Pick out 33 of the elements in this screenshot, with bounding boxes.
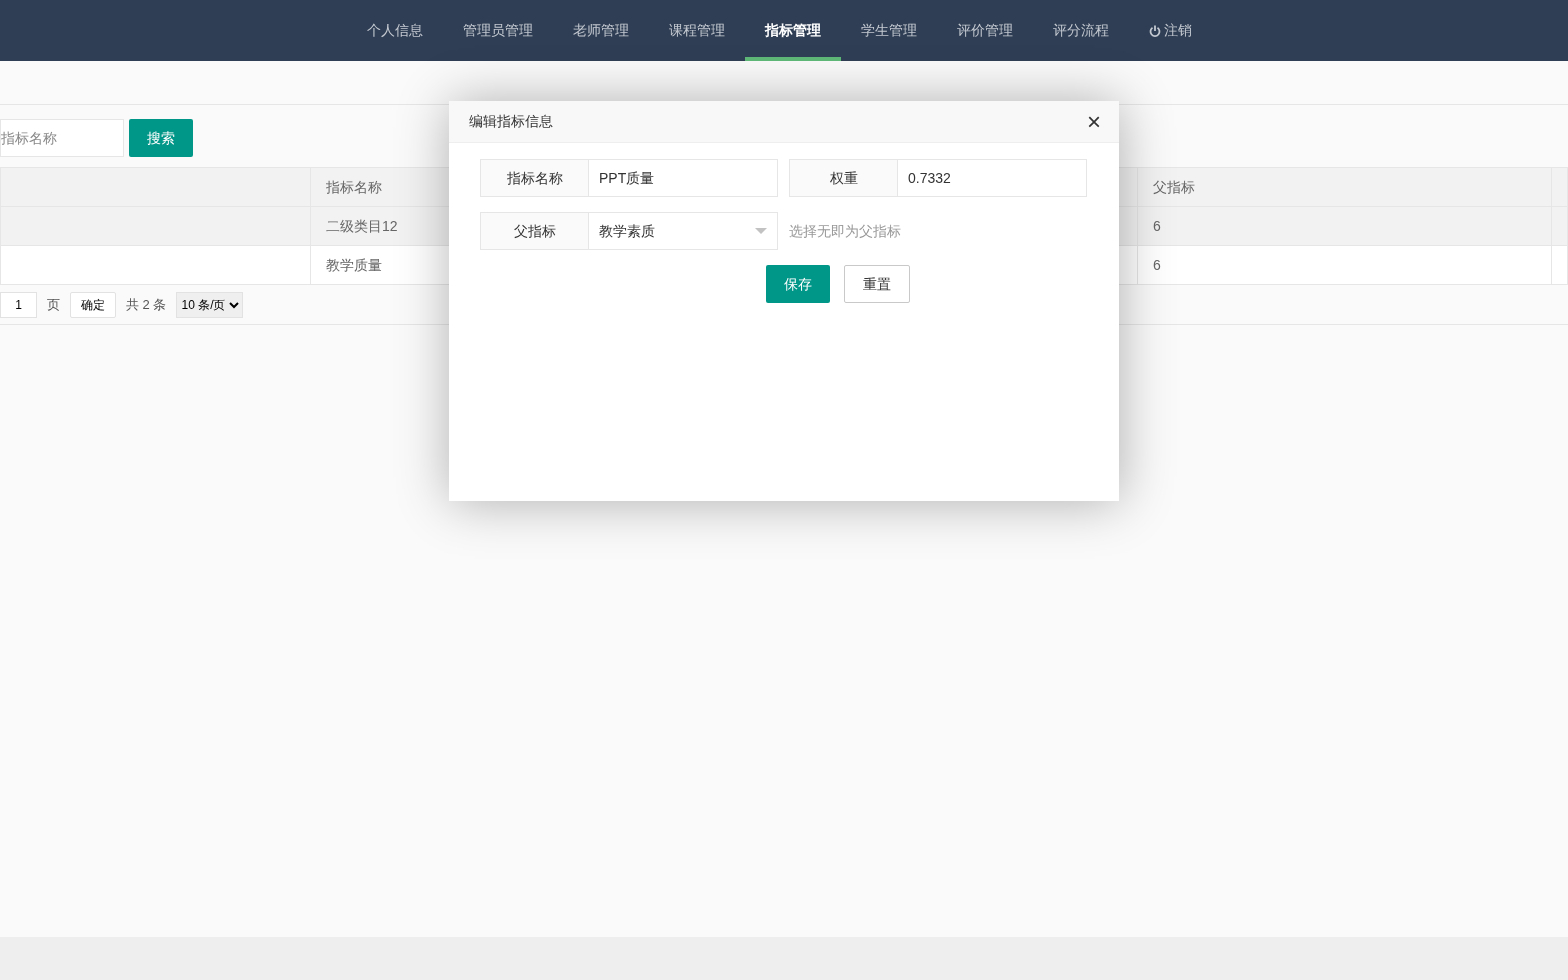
select-value: 教学素质 <box>599 221 655 241</box>
nav-link[interactable]: 注销 <box>1128 0 1212 61</box>
page-size-select[interactable]: 10 条/页 <box>176 291 244 318</box>
nav-link[interactable]: 个人信息 <box>346 0 443 61</box>
nav-link[interactable]: 评分流程 <box>1032 0 1129 61</box>
field-hint: 选择无即为父指标 <box>789 221 902 241</box>
search-field[interactable]: 指标名称 <box>0 119 124 157</box>
close-button[interactable]: × <box>1083 109 1105 134</box>
nav-link[interactable]: 学生管理 <box>840 0 937 61</box>
page-number-field[interactable]: 1 <box>0 291 37 318</box>
input-field[interactable]: PPT质量 <box>589 159 778 197</box>
column-header: 父指标 <box>1137 167 1552 207</box>
field-label: 指标名称 <box>480 159 589 197</box>
dialog-title: 编辑指标信息 <box>469 112 553 131</box>
reset-button[interactable]: 重置 <box>843 265 910 303</box>
table-cell: 6 <box>1137 245 1552 285</box>
save-button[interactable]: 保存 <box>765 265 830 303</box>
nav-link[interactable]: 管理员管理 <box>442 0 553 61</box>
total-count: 共 2 条 <box>126 295 167 314</box>
caret-icon <box>755 228 767 234</box>
nav-link[interactable]: 评价管理 <box>936 0 1033 61</box>
nav-link[interactable]: 课程管理 <box>648 0 745 61</box>
power-icon <box>1148 24 1161 37</box>
input-field[interactable]: 0.7332 <box>898 159 1087 197</box>
table-cell: 6 <box>1137 206 1552 246</box>
select-field[interactable]: 教学素质 <box>589 212 778 250</box>
page-label: 页 <box>47 295 60 314</box>
nav-link[interactable]: 指标管理 <box>744 0 841 61</box>
field-label: 权重 <box>789 159 898 197</box>
nav-link[interactable]: 老师管理 <box>552 0 649 61</box>
search-button[interactable]: 搜索 <box>129 119 193 157</box>
field-label: 父指标 <box>480 212 589 250</box>
go-button[interactable]: 确定 <box>70 291 116 318</box>
